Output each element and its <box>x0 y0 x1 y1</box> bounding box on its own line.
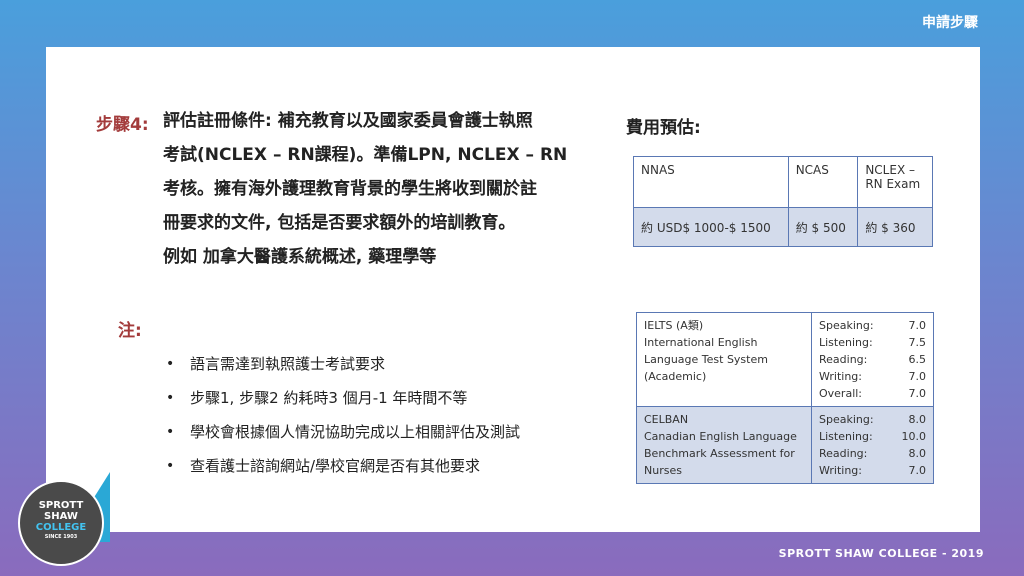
notes-list: • 語言需達到執照護士考試要求 • 步驟1, 步驟2 約耗時3 個月-1 年時間不等… <box>166 350 520 486</box>
table-row: CELBAN Canadian English Language Benchma… <box>636 406 934 484</box>
table-row: NNAS NCAS NCLEX – RN Exam <box>633 156 933 208</box>
table-header-cell: NCLEX – RN Exam <box>857 156 933 208</box>
step-line: 考核。擁有海外護理教育背景的學生將收到關於註 <box>163 179 537 199</box>
test-name-cell: CELBAN Canadian English Language Benchma… <box>636 406 812 484</box>
table-header-cell: NCAS <box>787 156 859 208</box>
slide-title: 申請步驟 <box>922 15 978 31</box>
step-line: 例如 加拿大醫護系統概述, 藥理學等 <box>163 247 437 267</box>
footer-text: SPROTT SHAW COLLEGE - 2019 <box>778 547 984 560</box>
language-requirements-table: IELTS (A類) International English Languag… <box>636 312 934 484</box>
bullet-icon: • <box>166 390 175 406</box>
notes-label: 注: <box>118 321 142 341</box>
bullet-icon: • <box>166 424 175 440</box>
list-item: • 學校會根據個人情況協助完成以上相關評估及測試 <box>166 418 520 452</box>
fee-table: NNAS NCAS NCLEX – RN Exam 約 USD$ 1000-$ … <box>633 156 933 247</box>
test-name-cell: IELTS (A類) International English Languag… <box>636 312 812 407</box>
logo-text: SPROTT SHAW COLLEGE SINCE 1903 <box>35 500 87 540</box>
step-line: 評估註冊條件: 補充教育以及國家委員會護士執照 <box>163 111 533 131</box>
table-cell: 約 $ 500 <box>787 207 859 247</box>
list-item: • 步驟1, 步驟2 約耗時3 個月-1 年時間不等 <box>166 384 520 418</box>
test-scores-cell: Speaking: 8.0 Listening: 10.0 Reading: 8.0 … <box>811 406 934 484</box>
step-line: 考試(NCLEX – RN課程)。準備LPN, NCLEX – RN <box>163 145 568 165</box>
fee-heading: 費用預估: <box>626 118 701 138</box>
list-item: • 語言需達到執照護士考試要求 <box>166 350 520 384</box>
bullet-icon: • <box>166 356 175 372</box>
table-row: 約 USD$ 1000-$ 1500 約 $ 500 約 $ 360 <box>633 207 933 247</box>
test-scores-cell: Speaking: 7.0 Listening: 7.5 Reading: 6.5 W… <box>811 312 934 407</box>
step-line: 冊要求的文件, 包括是否要求額外的培訓教育。 <box>163 213 516 233</box>
college-logo: SPROTT SHAW COLLEGE SINCE 1903 <box>18 472 110 566</box>
list-item: • 查看護士諮詢網站/學校官網是否有其他要求 <box>166 452 520 486</box>
table-cell: 約 $ 360 <box>857 207 933 247</box>
step-label: 步驟4: <box>96 115 149 135</box>
step-description: 評估註冊條件: 補充教育以及國家委員會護士執照 考試(NCLEX – RN課程)… <box>163 104 603 274</box>
table-cell: 約 USD$ 1000-$ 1500 <box>633 207 789 247</box>
table-row: IELTS (A類) International English Languag… <box>636 312 934 407</box>
bullet-icon: • <box>166 458 175 474</box>
table-header-cell: NNAS <box>633 156 789 208</box>
